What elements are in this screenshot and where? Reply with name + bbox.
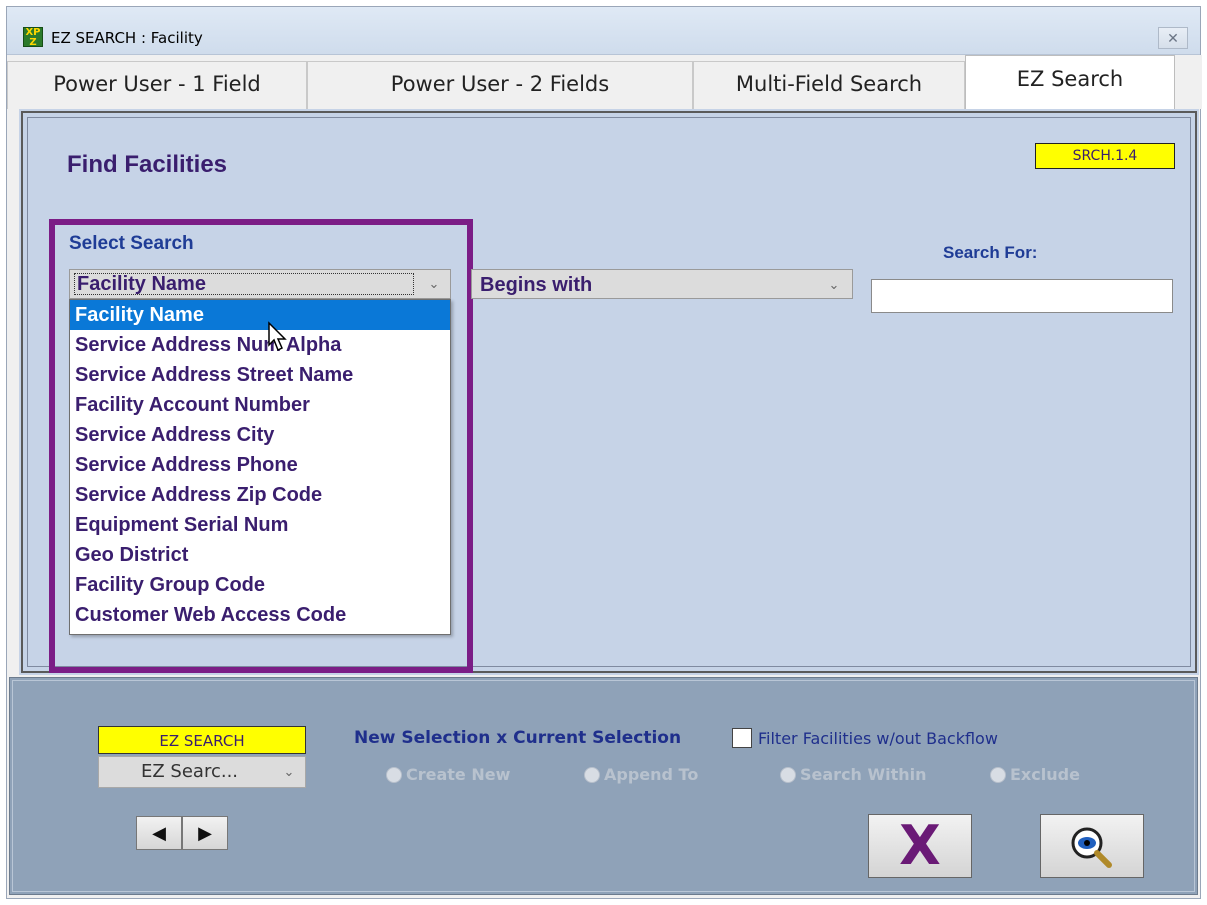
dropdown-option-equipment-serial-num[interactable]: Equipment Serial Num	[70, 510, 450, 540]
search-field-select[interactable]: Facility Name ⌄	[69, 269, 451, 299]
tab-power-user-2-fields[interactable]: Power User - 2 Fields	[307, 61, 693, 109]
operator-value: Begins with	[480, 274, 593, 296]
radio-label: Search Within	[800, 765, 927, 784]
dropdown-option-facility-group-code[interactable]: Facility Group Code	[70, 570, 450, 600]
tab-multi-field-search[interactable]: Multi-Field Search	[693, 61, 965, 109]
chevron-down-icon[interactable]: ⌄	[279, 763, 299, 783]
filter-backflow-checkbox[interactable]	[732, 728, 752, 748]
select-search-label: Select Search	[69, 233, 194, 254]
search-for-label: Search For:	[943, 243, 1038, 262]
dropdown-option-facility-account-number[interactable]: Facility Account Number	[70, 390, 450, 420]
radio-label: Exclude	[1010, 765, 1080, 784]
radio-create-new[interactable]: Create New	[386, 764, 546, 786]
dropdown-option-service-address-zip-code[interactable]: Service Address Zip Code	[70, 480, 450, 510]
dropdown-option-facility-name[interactable]: Facility Name	[70, 300, 450, 330]
radio-search-within[interactable]: Search Within	[780, 764, 960, 786]
dropdown-option-service-address-street-name[interactable]: Service Address Street Name	[70, 360, 450, 390]
search-button[interactable]	[1040, 814, 1144, 878]
radio-button-icon[interactable]	[386, 767, 402, 783]
mouse-pointer-icon	[268, 321, 287, 352]
dropdown-option-service-address-city[interactable]: Service Address City	[70, 420, 450, 450]
chevron-down-icon[interactable]: ⌄	[824, 275, 844, 295]
radio-button-icon[interactable]	[584, 767, 600, 783]
screen-code-badge: SRCH.1.4	[1035, 143, 1175, 169]
bottom-toolbar: EZ SEARCH EZ Searc... ⌄ ◀ ▶ New Selectio…	[9, 677, 1198, 895]
search-panel: Find Facilities SRCH.1.4 Select Search F…	[19, 109, 1199, 675]
tab-power-user-1-field[interactable]: Power User - 1 Field	[7, 61, 307, 109]
radio-append-to[interactable]: Append To	[584, 764, 734, 786]
app-icon: XP Z	[23, 27, 43, 48]
dropdown-option-customer-web-access-code[interactable]: Customer Web Access Code	[70, 600, 450, 630]
dropdown-option-service-address-phone[interactable]: Service Address Phone	[70, 450, 450, 480]
close-x-icon: X	[899, 814, 941, 877]
chevron-down-icon[interactable]: ⌄	[424, 274, 444, 294]
radio-label: Create New	[406, 765, 511, 784]
operator-select[interactable]: Begins with ⌄	[471, 269, 853, 299]
next-button[interactable]: ▶	[182, 816, 228, 850]
search-mode-select[interactable]: EZ Searc... ⌄	[98, 756, 306, 788]
previous-button[interactable]: ◀	[136, 816, 182, 850]
radio-exclude[interactable]: Exclude	[990, 764, 1100, 786]
selection-mode-label: New Selection x Current Selection	[354, 728, 682, 748]
tab-bar: Power User - 1 Field Power User - 2 Fiel…	[7, 55, 1202, 109]
search-mode-value: EZ Searc...	[141, 761, 239, 782]
search-field-value: Facility Name	[74, 273, 414, 295]
dropdown-option-geo-district[interactable]: Geo District	[70, 540, 450, 570]
search-for-input[interactable]	[871, 279, 1173, 313]
radio-button-icon[interactable]	[990, 767, 1006, 783]
close-button[interactable]: ✕	[1158, 27, 1188, 49]
magnifier-eye-icon	[1071, 827, 1112, 868]
radio-label: Append To	[604, 765, 699, 784]
ez-search-window: XP Z EZ SEARCH : Facility ✕ Power User - …	[6, 6, 1202, 899]
cancel-button[interactable]: X	[868, 814, 972, 878]
window-title: EZ SEARCH : Facility	[51, 29, 203, 47]
ez-search-tag: EZ SEARCH	[98, 726, 306, 754]
filter-backflow-label: Filter Facilities w/out Backflow	[758, 729, 998, 748]
title-bar: XP Z EZ SEARCH : Facility ✕	[7, 7, 1200, 55]
page-title: Find Facilities	[67, 151, 228, 178]
dropdown-option-service-address-num-alpha[interactable]: Service Address Num Alpha	[70, 330, 450, 360]
search-field-dropdown: Facility Name Service Address Num Alpha …	[69, 299, 451, 635]
tab-ez-search[interactable]: EZ Search	[965, 55, 1175, 109]
radio-button-icon[interactable]	[780, 767, 796, 783]
